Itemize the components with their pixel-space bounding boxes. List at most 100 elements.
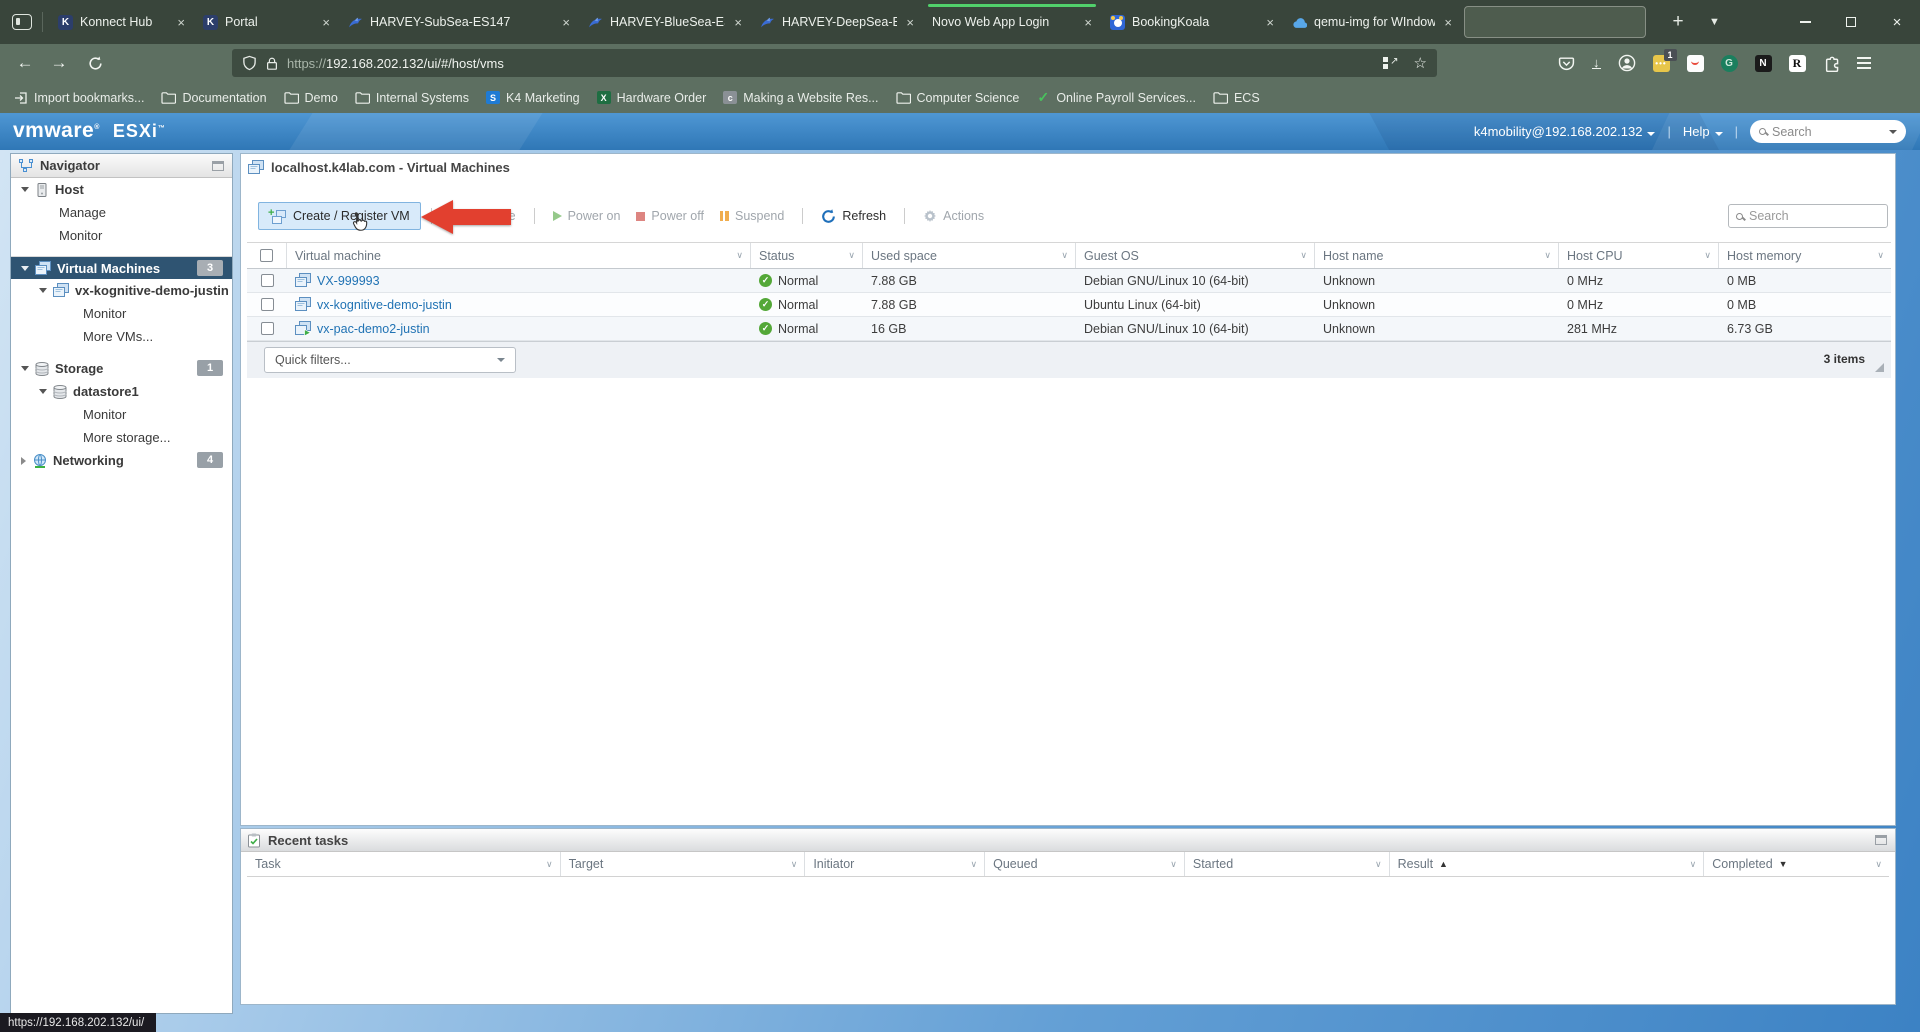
quick-filters-dropdown[interactable]: Quick filters...	[264, 347, 516, 373]
col-host-cpu[interactable]: Host CPU	[1559, 243, 1719, 268]
tab-konnect-hub[interactable]: K Konnect Hub ×	[49, 0, 194, 44]
close-icon[interactable]: ×	[1266, 15, 1274, 30]
shield-icon[interactable]	[242, 55, 257, 71]
col-initiator[interactable]: Initiator	[805, 852, 985, 876]
close-icon[interactable]: ×	[177, 15, 185, 30]
col-completed[interactable]: Completed▼	[1704, 852, 1889, 876]
notion-extension-icon[interactable]: N	[1755, 55, 1772, 72]
nav-item-storage[interactable]: Storage 1	[11, 357, 232, 380]
nav-item-host-monitor[interactable]: Monitor	[11, 224, 232, 247]
popout-icon[interactable]	[1875, 835, 1887, 845]
column-menu-icon[interactable]	[791, 859, 798, 870]
bookmark-folder-ecs[interactable]: ECS	[1213, 91, 1260, 105]
nav-item-vm-monitor[interactable]: Monitor	[11, 302, 232, 325]
tab-harvey-subsea[interactable]: HARVEY-SubSea-ES147 ×	[339, 0, 579, 44]
tab-portal[interactable]: K Portal ×	[194, 0, 339, 44]
col-status[interactable]: Status	[751, 243, 863, 268]
expand-arrow-icon[interactable]	[39, 288, 47, 293]
grid-arrow-page-action-icon[interactable]: ↗	[1383, 56, 1399, 70]
bookmark-hardware-order[interactable]: X Hardware Order	[597, 91, 707, 105]
r-extension-icon[interactable]: R	[1789, 55, 1806, 72]
col-host-memory[interactable]: Host memory	[1719, 243, 1891, 268]
bookmark-folder-demo[interactable]: Demo	[284, 91, 338, 105]
tab-harvey-bluesea[interactable]: HARVEY-BlueSea-ES12 ×	[579, 0, 751, 44]
column-menu-icon[interactable]	[971, 859, 978, 870]
reload-button[interactable]	[80, 48, 110, 78]
col-task[interactable]: Task	[247, 852, 561, 876]
power-on-button[interactable]: Power on	[553, 209, 621, 223]
col-guest-os[interactable]: Guest OS	[1076, 243, 1315, 268]
suspend-button[interactable]: Suspend	[720, 209, 784, 223]
tab-harvey-deepsea[interactable]: HARVEY-DeepSea-ES12 ×	[751, 0, 923, 44]
col-target[interactable]: Target	[561, 852, 806, 876]
bookmark-online-payroll[interactable]: ✓ Online Payroll Services...	[1036, 91, 1196, 105]
tab-novo-login[interactable]: Novo Web App Login ×	[923, 0, 1101, 44]
column-menu-icon[interactable]	[1877, 250, 1884, 261]
help-menu[interactable]: Help	[1683, 124, 1723, 139]
column-menu-icon[interactable]	[1875, 859, 1882, 870]
popout-icon[interactable]	[212, 161, 224, 171]
table-row[interactable]: vx-kognitive-demo-justin Normal 7.88 GB …	[247, 293, 1891, 317]
close-icon[interactable]: ×	[562, 15, 570, 30]
nav-item-vx-kognitive[interactable]: vx-kognitive-demo-justin	[11, 279, 232, 302]
col-used-space[interactable]: Used space	[863, 243, 1076, 268]
bookmark-making-website[interactable]: c Making a Website Res...	[723, 91, 878, 105]
menu-hamburger-icon[interactable]	[1857, 57, 1871, 68]
nav-item-datastore1[interactable]: datastore1	[11, 380, 232, 403]
close-icon[interactable]: ×	[1444, 15, 1452, 30]
nav-item-more-vms[interactable]: More VMs...	[11, 325, 232, 348]
column-menu-icon[interactable]	[736, 250, 743, 261]
create-register-vm-button[interactable]: + Create / Register VM	[258, 202, 421, 230]
back-button[interactable]: ←	[10, 48, 40, 78]
bookmark-import[interactable]: Import bookmarks...	[14, 91, 144, 105]
grammarly-extension-icon[interactable]: G	[1721, 55, 1738, 72]
col-virtual-machine[interactable]: Virtual machine	[287, 243, 751, 268]
header-search-box[interactable]: Search	[1750, 120, 1906, 143]
chevron-down-icon[interactable]	[1889, 130, 1897, 134]
col-host-name[interactable]: Host name	[1315, 243, 1559, 268]
lock-icon[interactable]	[265, 56, 279, 71]
close-icon[interactable]: ×	[1084, 15, 1092, 30]
bookmark-folder-documentation[interactable]: Documentation	[161, 91, 266, 105]
row-checkbox[interactable]	[261, 322, 274, 335]
forward-button[interactable]: →	[44, 48, 74, 78]
column-menu-icon[interactable]	[1375, 859, 1382, 870]
actions-button[interactable]: Actions	[923, 209, 984, 223]
tab-bookingkoala[interactable]: BookingKoala ×	[1101, 0, 1283, 44]
col-started[interactable]: Started	[1185, 852, 1390, 876]
resize-grip-icon[interactable]	[1875, 363, 1884, 372]
nav-item-virtual-machines[interactable]: Virtual Machines 3	[11, 256, 232, 279]
column-menu-icon[interactable]	[1544, 250, 1551, 261]
assistant-extension-icon[interactable]	[1687, 55, 1704, 72]
vm-link[interactable]: VX-999993	[317, 274, 380, 288]
close-icon[interactable]: ×	[322, 15, 330, 30]
firefox-view-icon[interactable]	[12, 14, 32, 30]
vm-link[interactable]: vx-kognitive-demo-justin	[317, 298, 452, 312]
bookmark-k4-marketing[interactable]: S K4 Marketing	[486, 91, 580, 105]
account-icon[interactable]	[1618, 54, 1636, 72]
refresh-button[interactable]: Refresh	[821, 209, 886, 224]
nav-item-more-storage[interactable]: More storage...	[11, 426, 232, 449]
nav-item-storage-monitor[interactable]: Monitor	[11, 403, 232, 426]
pocket-icon[interactable]	[1558, 55, 1575, 72]
password-manager-extension-icon[interactable]: •••1	[1653, 55, 1670, 72]
close-icon[interactable]: ×	[906, 15, 914, 30]
vm-search-box[interactable]: Search	[1728, 204, 1888, 228]
column-menu-icon[interactable]	[1690, 859, 1697, 870]
power-off-button[interactable]: Power off	[636, 209, 704, 223]
tab-qemu-img[interactable]: qemu-img for WIndow ×	[1283, 0, 1461, 44]
col-queued[interactable]: Queued	[985, 852, 1185, 876]
url-bar[interactable]: https://192.168.202.132/ui/#/host/vms ↗ …	[232, 49, 1437, 77]
extensions-puzzle-icon[interactable]	[1823, 55, 1840, 72]
bookmark-folder-computer-science[interactable]: Computer Science	[896, 91, 1020, 105]
expand-arrow-icon[interactable]	[21, 366, 29, 371]
column-menu-icon[interactable]	[848, 250, 855, 261]
bookmark-star-icon[interactable]: ☆	[1414, 54, 1427, 72]
expand-arrow-icon[interactable]	[21, 187, 29, 192]
vm-link[interactable]: vx-pac-demo2-justin	[317, 322, 430, 336]
column-menu-icon[interactable]	[1061, 250, 1068, 261]
column-menu-icon[interactable]	[1170, 859, 1177, 870]
tab-localhost-k4lab-active[interactable]: localhost.k4lab.com - V ×	[1464, 6, 1646, 38]
table-row[interactable]: vx-pac-demo2-justin Normal 16 GB Debian …	[247, 317, 1891, 341]
column-menu-icon[interactable]	[1704, 250, 1711, 261]
